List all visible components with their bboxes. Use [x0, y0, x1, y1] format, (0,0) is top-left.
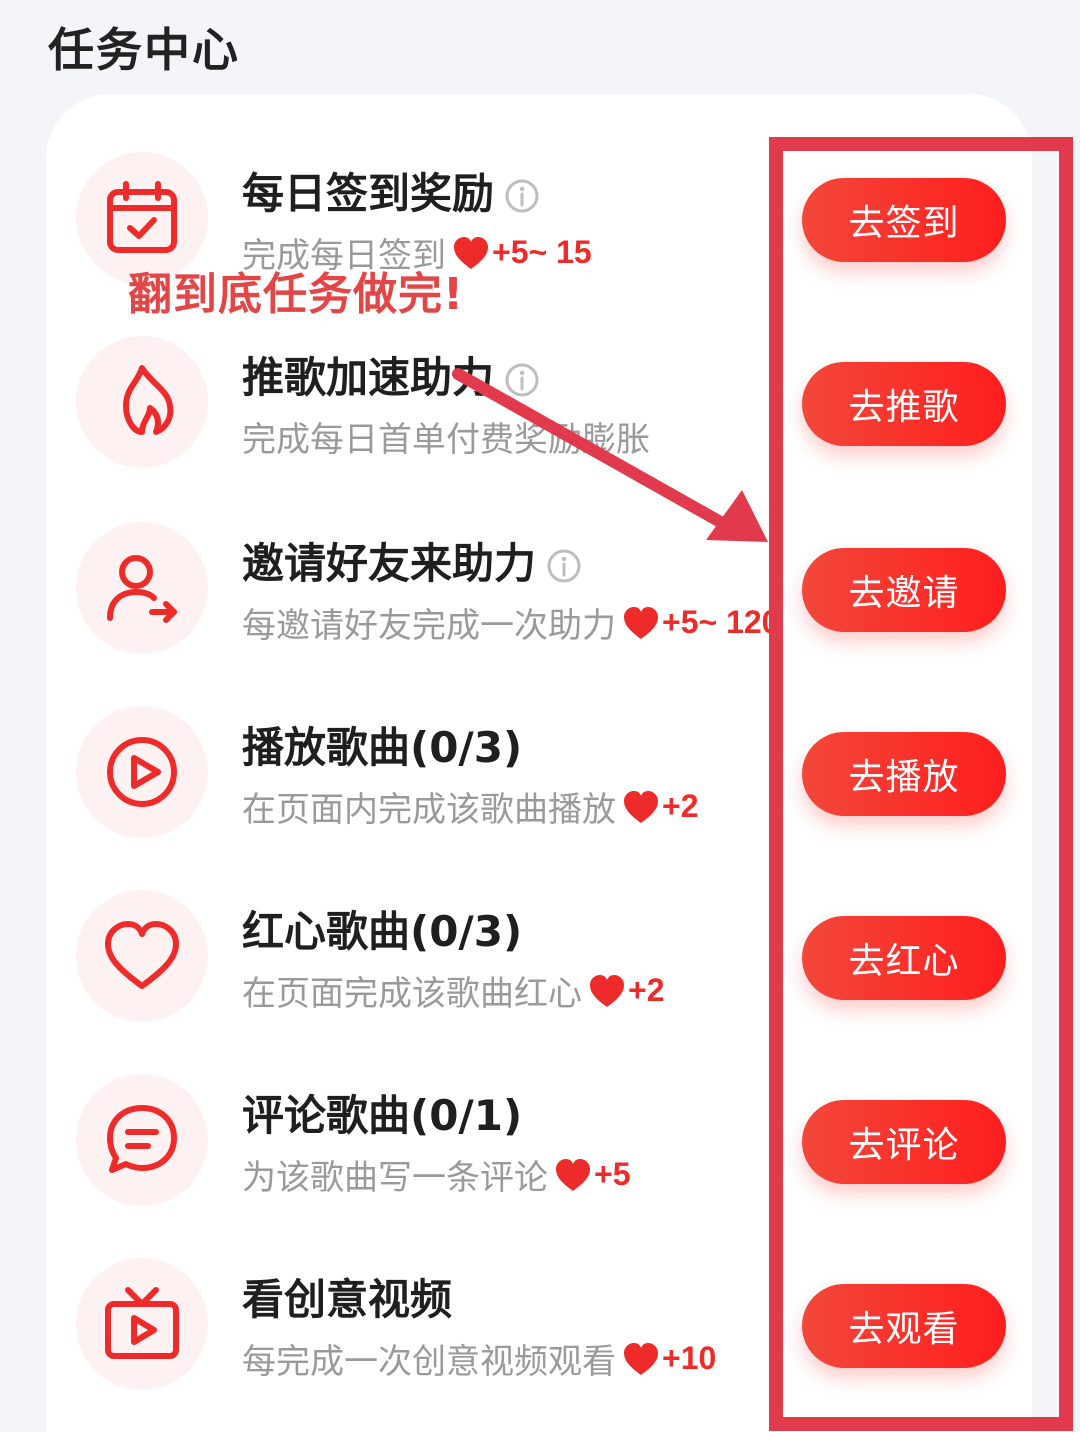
- task-row: 播放歌曲(0/3) 在页面内完成该歌曲播放 +2 去播放: [0, 706, 1080, 890]
- task-title-text: 邀请好友来助力: [242, 539, 537, 588]
- task-action-button[interactable]: 去签到: [802, 178, 1006, 262]
- task-row: 看创意视频每完成一次创意视频观看 +10 去观看: [0, 1258, 1080, 1432]
- task-center-page: 任务中心 每日签到奖励 完成每日签到 +5~ 15 去签到 推歌加速助力 完成每日首单付费…: [0, 0, 1080, 1432]
- task-description-text: 在页面完成该歌曲红心: [242, 974, 582, 1014]
- info-icon[interactable]: [504, 359, 540, 396]
- tv-icon: [76, 1258, 208, 1390]
- heart-icon: [622, 789, 660, 825]
- reward-amount: +2: [628, 972, 665, 1008]
- reward-amount: +5~ 15: [492, 234, 592, 270]
- task-title-text: 播放歌曲(0/3): [242, 723, 523, 772]
- play-icon: [76, 706, 208, 838]
- info-icon[interactable]: [504, 175, 540, 212]
- task-title: 看创意视频: [242, 1266, 452, 1327]
- task-row: 红心歌曲(0/3) 在页面完成该歌曲红心 +2 去红心: [0, 890, 1080, 1074]
- reward-amount: +10: [662, 1340, 717, 1376]
- info-icon[interactable]: [546, 545, 582, 582]
- task-action-button[interactable]: 去推歌: [802, 362, 1006, 446]
- task-description: 完成每日首单付费奖励膨胀: [242, 412, 650, 461]
- comment-icon: [76, 1074, 208, 1206]
- flame-icon: [76, 336, 208, 468]
- task-title: 红心歌曲(0/3): [242, 898, 522, 959]
- task-description-text: 每邀请好友完成一次助力: [242, 606, 616, 646]
- task-action-button[interactable]: 去播放: [802, 732, 1006, 816]
- task-description: 在页面内完成该歌曲播放 +2: [242, 782, 698, 831]
- task-title-text: 看创意视频: [242, 1275, 453, 1324]
- annotation-note: 翻到底任务做完!: [128, 269, 465, 320]
- task-title: 推歌加速助力: [242, 344, 540, 405]
- heart-outline-icon: [76, 890, 208, 1022]
- task-description: 每邀请好友完成一次助力 +5~ 120: [242, 598, 779, 647]
- heart-icon: [622, 1341, 660, 1377]
- task-description: 为该歌曲写一条评论 +5: [242, 1150, 630, 1199]
- task-action-button[interactable]: 去评论: [802, 1100, 1006, 1184]
- task-description: 在页面完成该歌曲红心 +2: [242, 966, 664, 1015]
- task-row: 评论歌曲(0/1) 为该歌曲写一条评论 +5 去评论: [0, 1074, 1080, 1258]
- task-title: 评论歌曲(0/1): [242, 1082, 522, 1143]
- task-title-text: 每日签到奖励: [242, 169, 495, 218]
- task-title-text: 推歌加速助力: [242, 353, 495, 402]
- task-description-text: 每完成一次创意视频观看: [242, 1342, 616, 1382]
- heart-icon: [554, 1157, 592, 1193]
- task-row: 推歌加速助力完成每日首单付费奖励膨胀 去推歌: [0, 336, 1080, 520]
- reward-amount: +2: [662, 788, 699, 824]
- task-row: 邀请好友来助力每邀请好友完成一次助力 +5~ 120 去邀请: [0, 522, 1080, 706]
- task-description-text: 完成每日首单付费奖励膨胀: [242, 420, 650, 460]
- heart-icon: [588, 973, 626, 1009]
- reward-amount: +5~ 120: [662, 604, 780, 640]
- task-title: 每日签到奖励: [242, 160, 540, 221]
- task-title-text: 红心歌曲(0/3): [242, 907, 523, 956]
- task-title: 播放歌曲(0/3): [242, 714, 522, 775]
- user-invite-icon: [76, 522, 208, 654]
- page-title: 任务中心: [48, 23, 240, 77]
- task-description-text: 为该歌曲写一条评论: [242, 1158, 548, 1198]
- task-description-text: 在页面内完成该歌曲播放: [242, 790, 616, 830]
- task-title: 邀请好友来助力: [242, 530, 582, 591]
- heart-icon: [622, 605, 660, 641]
- task-description: 每完成一次创意视频观看 +10: [242, 1334, 716, 1383]
- reward-amount: +5: [594, 1156, 631, 1192]
- task-title-text: 评论歌曲(0/1): [242, 1091, 523, 1140]
- task-action-button[interactable]: 去邀请: [802, 548, 1006, 632]
- task-action-button[interactable]: 去观看: [802, 1284, 1006, 1368]
- task-action-button[interactable]: 去红心: [802, 916, 1006, 1000]
